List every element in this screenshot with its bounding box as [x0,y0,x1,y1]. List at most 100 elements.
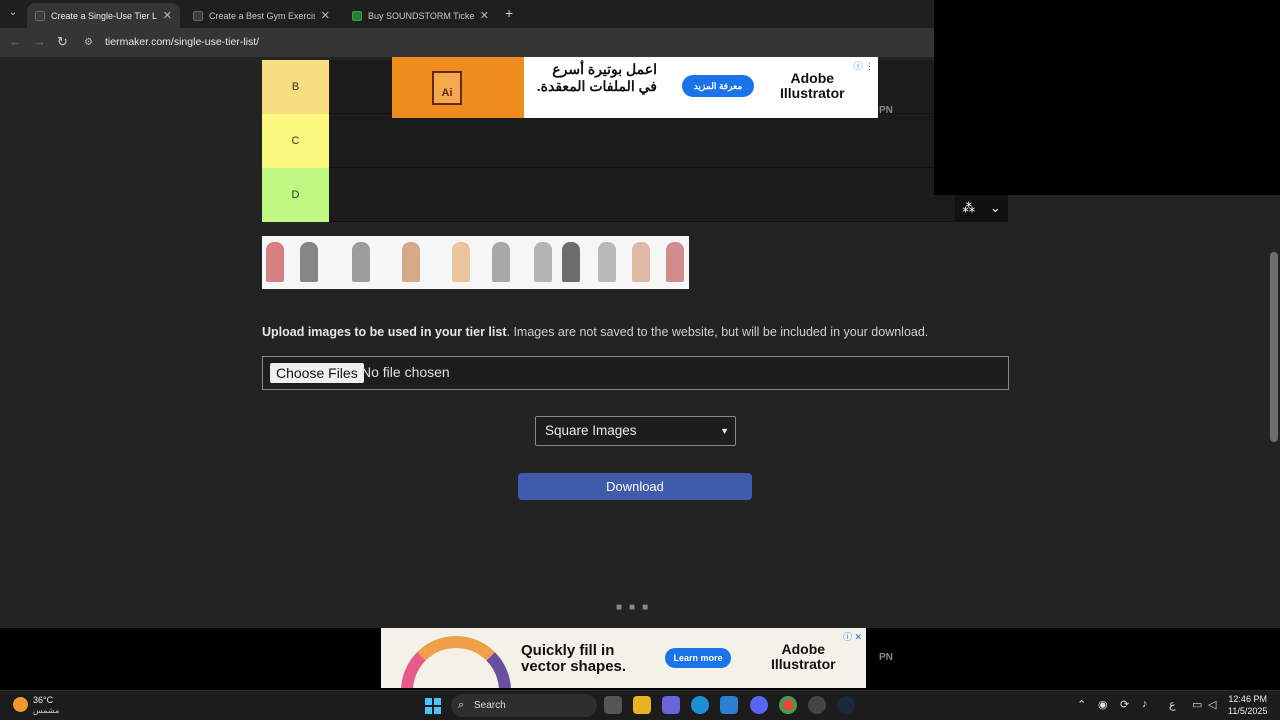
close-tab-icon[interactable]: ✕ [163,9,172,22]
tab-tier-list[interactable]: Create a Single-Use Tier List (P ✕ [27,3,180,28]
tab-gym-exercises[interactable]: Create a Best Gym Exercises (10 ✕ [185,3,338,28]
ad-artwork [401,636,511,688]
language-indicator[interactable]: ع [1169,698,1176,711]
choose-files-button[interactable]: Choose Files [270,363,364,383]
ad-headline-line2: vector shapes. [521,658,627,675]
exercise-thumbnail[interactable] [402,242,420,282]
file-upload-field[interactable]: Choose Files No file chosen [262,356,1009,390]
app-icon[interactable] [808,696,826,714]
taskbar-search-label: Search [474,700,506,711]
ad-brand: Adobe Illustrator [771,642,836,672]
close-tab-icon[interactable]: ✕ [321,9,330,22]
upload-instructions-rest: . Images are not saved to the website, b… [506,325,929,339]
exercise-thumbnail[interactable] [666,242,684,282]
tier-row-c: C [262,114,1008,168]
ad-badge: PN [879,105,893,116]
image-mode-selected: Square Images [545,423,637,438]
task-view-icon[interactable] [604,696,622,714]
discord-icon[interactable] [750,696,768,714]
sun-icon[interactable] [13,697,28,712]
exercise-image-strip[interactable] [262,236,689,289]
black-overlay-panel [934,0,1280,195]
new-tab-button[interactable]: + [505,5,513,21]
ad-cta-button[interactable]: معرفة المزيد [682,75,754,97]
chevron-down-icon[interactable]: ⌄ [990,200,1001,216]
tray-app-icon[interactable]: ◉ [1098,698,1108,711]
steam-icon[interactable] [837,696,855,714]
taskbar-search[interactable]: ⌕ Search [451,694,597,717]
windows-taskbar: 36°C مشمس ⌕ Search ⌃ ◉ ⟳ ♪ ع ▭ ◁ 12:46 P… [0,690,1280,720]
upload-instructions: Upload images to be used in your tier li… [262,325,928,339]
ad-headline: اعمل بوتيرة أسرع في الملفات المعقدة. [536,61,657,94]
exercise-thumbnail[interactable] [452,242,470,282]
search-icon: ⌕ [458,699,465,711]
exercise-thumbnail[interactable] [598,242,616,282]
microphone-icon[interactable]: ♪ [1142,698,1148,710]
tab-title: Create a Best Gym Exercises (10 [209,10,315,21]
file-status-text: No file chosen [361,364,450,380]
ad-badge: PN [879,652,893,663]
ad-brand-line2: Illustrator [771,656,836,672]
exercise-thumbnail[interactable] [266,242,284,282]
exercise-thumbnail[interactable] [300,242,318,282]
store-icon[interactable] [720,696,738,714]
clock-time: 12:46 PM [1228,694,1267,704]
tier-label-d[interactable]: D [262,168,329,222]
ad-cta-button[interactable]: Learn more [665,648,731,668]
image-mode-select[interactable]: Square Images ▼ [535,416,736,446]
site-info-icon[interactable]: ⚙ [84,37,93,48]
exercise-thumbnail[interactable] [492,242,510,282]
download-button[interactable]: Download [518,473,752,500]
ad-brand-line1: Adobe [790,70,835,86]
exercise-thumbnail[interactable] [562,242,580,282]
browser-window: ⌄ Create a Single-Use Tier List (P ✕ Cre… [0,0,1280,690]
windows-start-icon[interactable] [425,698,441,714]
ticket-site-favicon-icon [352,10,362,21]
tab-title: Buy SOUNDSTORM Tickets 202 [368,10,474,21]
address-bar[interactable]: tiermaker.com/single-use-tier-list/ [105,36,259,48]
exercise-thumbnail[interactable] [534,242,552,282]
ad-headline-line1: Quickly fill in [521,642,615,659]
ad-headline: Quickly fill in vector shapes. [521,643,626,675]
ad-choices-icon[interactable]: ⓘ ⋮ [853,59,874,72]
tab-soundstorm[interactable]: Buy SOUNDSTORM Tickets 202 ✕ [344,3,497,28]
edge-icon[interactable] [691,696,709,714]
illustrator-file-icon: Ai [432,71,462,105]
tier-label-b[interactable]: B [262,60,329,114]
reload-icon[interactable]: ↻ [57,34,68,50]
loading-dots-icon: ■■■ [616,602,656,613]
copilot-icon[interactable] [662,696,680,714]
clock-date: 11/5/2025 [1228,706,1268,716]
ad-banner-top[interactable]: Ai اعمل بوتيرة أسرع في الملفات المعقدة. … [392,57,878,118]
weather-condition[interactable]: مشمس [33,706,59,715]
ad-choices-icon[interactable]: ⓘ ✕ [843,630,862,643]
ad-banner-bottom[interactable]: Quickly fill in vector shapes. Learn mor… [381,628,866,688]
ad-artwork: Ai [392,57,524,118]
forward-arrow-icon[interactable]: → [33,34,46,49]
chevron-down-icon: ▼ [720,426,729,436]
network-icon[interactable]: ▭ [1192,698,1202,711]
upload-instructions-bold: Upload images to be used in your tier li… [262,325,507,339]
tiermaker-favicon-icon [193,10,203,21]
exercise-thumbnail[interactable] [352,242,370,282]
file-explorer-icon[interactable] [633,696,651,714]
ad-brand-line1: Adobe [781,641,826,657]
chrome-icon[interactable] [779,696,797,714]
weather-temperature[interactable]: 36°C [33,695,53,705]
sync-icon[interactable]: ⟳ [1120,698,1129,711]
tier-row-d: D [262,168,1008,222]
exercise-thumbnail[interactable] [632,242,650,282]
close-tab-icon[interactable]: ✕ [480,9,489,22]
tab-search-chevron-icon[interactable]: ⌄ [4,4,22,22]
ad-brand-line2: Illustrator [780,85,845,101]
volume-icon[interactable]: ◁ [1208,698,1216,711]
ad-brand: Adobe Illustrator [780,71,845,101]
tier-label-c[interactable]: C [262,114,329,168]
back-arrow-icon[interactable]: ← [9,34,22,49]
overlay-controls: ⁂ ⌄ [955,193,1008,222]
system-clock[interactable]: 12:46 PM 11/5/2025 [1228,693,1267,717]
page-scrollbar[interactable] [1270,252,1278,442]
chevron-up-icon[interactable]: ⌃ [1077,698,1086,711]
tab-title: Create a Single-Use Tier List (P [51,10,157,21]
molecule-icon[interactable]: ⁂ [962,200,975,216]
